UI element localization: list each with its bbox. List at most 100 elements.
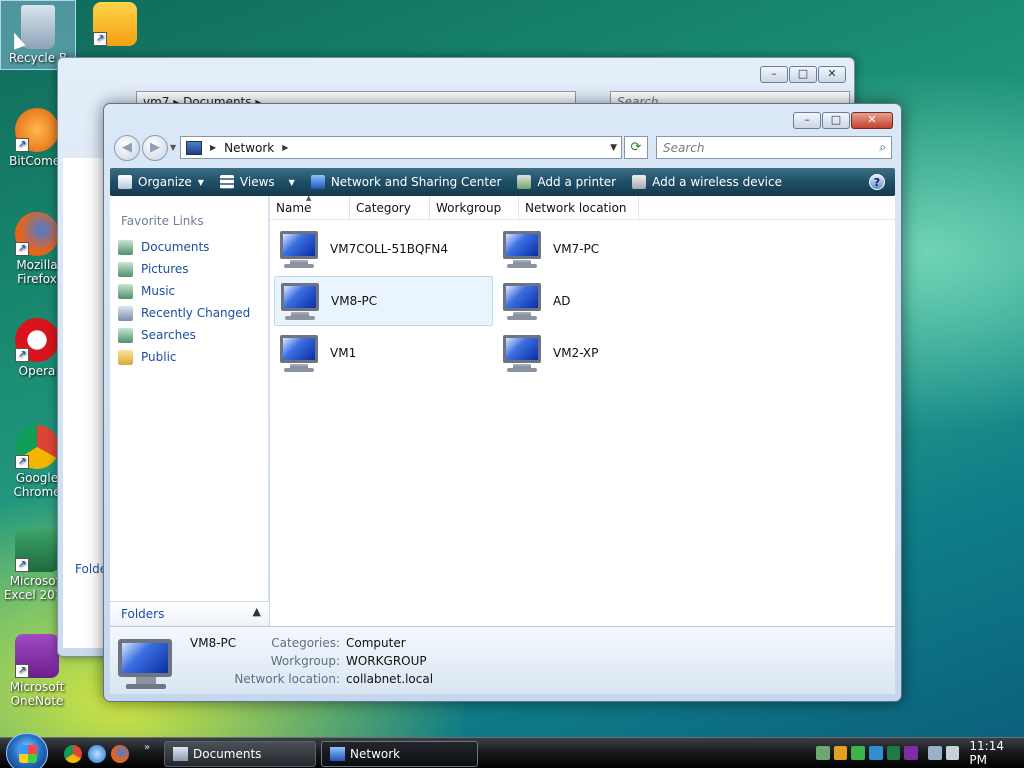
organize-label: Organize	[138, 175, 192, 189]
help-icon[interactable]: ?	[869, 174, 885, 190]
search-placeholder: Search	[663, 141, 705, 155]
computer-icon	[501, 334, 545, 372]
column-header-label: Workgroup	[436, 201, 502, 215]
system-tray: 11:14 PM	[816, 738, 1024, 768]
nav-item-recently-changed[interactable]: Recently Changed	[110, 302, 268, 324]
nav-item-searches[interactable]: Searches	[110, 324, 268, 346]
organize-button[interactable]: Organize ▼	[110, 168, 212, 196]
shortcut-arrow-icon: ↗	[15, 558, 29, 572]
computer-item[interactable]: VM2-XP	[497, 328, 716, 378]
column-header-label: Name	[276, 201, 312, 215]
taskbar-button-label: Network	[350, 747, 401, 761]
tray-volume-muted-icon[interactable]	[945, 746, 960, 760]
nav-item-label: Pictures	[141, 262, 189, 276]
folders-label: Folders	[121, 607, 165, 621]
back-button[interactable]: ◀	[114, 135, 140, 161]
tray-network-icon[interactable]	[816, 746, 830, 760]
nav-item-music[interactable]: Music	[110, 280, 268, 302]
recycle-bin-icon	[21, 5, 55, 49]
recent-pages-chevron-icon[interactable]: ▼	[170, 143, 176, 152]
tray-security-icon[interactable]	[833, 746, 848, 760]
nav-item-documents[interactable]: Documents	[110, 236, 268, 258]
add-printer-button[interactable]: Add a printer	[509, 168, 624, 196]
computer-item-selected[interactable]: VM8-PC	[274, 276, 493, 326]
clock[interactable]: 11:14 PM	[969, 739, 1024, 767]
tray-excel-icon[interactable]	[886, 746, 901, 760]
excel-icon: ↗	[15, 528, 59, 572]
minimize-button[interactable]: –	[793, 112, 821, 129]
computer-icon	[501, 230, 545, 268]
shortcut-arrow-icon: ↗	[15, 348, 29, 362]
taskbar-button-network[interactable]: Network	[321, 741, 478, 767]
desktop-icon-outlook[interactable]: ↗	[78, 2, 152, 48]
taskbar-button-label: Documents	[193, 747, 262, 761]
nav-item-pictures[interactable]: Pictures	[110, 258, 268, 280]
recently-changed-icon	[118, 305, 133, 321]
tray-app-icon[interactable]	[869, 746, 883, 760]
computer-name: VM1	[330, 346, 357, 360]
column-header-label: Network location	[525, 201, 627, 215]
taskbar: » Documents Network 11:14 PM	[0, 733, 1024, 768]
maximize-button[interactable]: □	[789, 66, 817, 83]
column-header-workgroup[interactable]: Workgroup	[430, 196, 519, 220]
shortcut-arrow-icon: ↗	[15, 138, 29, 152]
details-pane: VM8-PC Categories: Computer Workgroup: W…	[110, 626, 895, 694]
navigation-pane: Favorite Links Documents Pictures Music …	[110, 196, 269, 626]
ie-quicklaunch-icon[interactable]	[88, 745, 106, 763]
close-button[interactable]: ✕	[851, 112, 893, 129]
nav-item-label: Searches	[141, 328, 196, 342]
computer-icon	[278, 334, 322, 372]
search-input[interactable]: Search ⌕	[656, 136, 892, 159]
add-wireless-device-button[interactable]: Add a wireless device	[624, 168, 790, 196]
views-button[interactable]: Views ▼	[212, 168, 303, 196]
refresh-button[interactable]: ⟳	[624, 136, 648, 159]
address-location[interactable]: Network	[224, 141, 274, 155]
start-button[interactable]	[6, 733, 48, 768]
chevron-down-icon[interactable]: ▼	[610, 143, 617, 153]
nav-item-public[interactable]: Public	[110, 346, 268, 368]
favorite-links-title: Favorite Links	[121, 214, 204, 228]
maximize-button[interactable]: □	[822, 112, 850, 129]
quicklaunch-overflow-icon[interactable]: »	[144, 742, 150, 753]
tray-onenote-icon[interactable]	[904, 746, 919, 760]
details-value: Computer	[346, 636, 406, 650]
close-button[interactable]: ✕	[818, 66, 846, 83]
computer-item[interactable]: VM7-PC	[497, 224, 716, 274]
folders-toggle[interactable]: Folders ▲	[110, 601, 269, 626]
computer-item[interactable]: AD	[497, 276, 716, 326]
search-icon[interactable]: ⌕	[879, 140, 886, 155]
computer-item[interactable]: VM1	[274, 328, 493, 378]
computer-item[interactable]: VM7COLL-51BQFN4	[274, 224, 493, 274]
column-header-network-location[interactable]: Network location	[519, 196, 639, 220]
network-sharing-label: Network and Sharing Center	[330, 175, 502, 189]
forward-button[interactable]: ▶	[142, 135, 168, 161]
computer-name: VM7COLL-51BQFN4	[330, 242, 448, 256]
chevron-up-icon[interactable]: ▲	[253, 605, 261, 618]
details-label: Categories:	[271, 636, 340, 650]
music-icon	[118, 283, 133, 299]
details-label: Network location:	[234, 672, 340, 686]
address-bar[interactable]: ▶ Network ▶ ▼	[180, 136, 622, 159]
chevron-right-icon[interactable]: ▶	[210, 143, 216, 152]
views-label: Views	[239, 175, 275, 189]
chevron-right-icon[interactable]: ▶	[282, 143, 288, 152]
shortcut-arrow-icon: ↗	[15, 242, 29, 256]
minimize-button[interactable]: –	[760, 66, 788, 83]
windows-logo-icon	[19, 745, 37, 763]
chevron-down-icon: ▼	[197, 177, 204, 187]
network-sharing-center-button[interactable]: Network and Sharing Center	[303, 168, 510, 196]
desktop-icon-label: Microsoft OneNote	[9, 680, 65, 708]
column-header-name[interactable]: ▲ Name	[270, 194, 350, 220]
details-row-location: Network location: collabnet.local	[230, 672, 530, 686]
firefox-quicklaunch-icon[interactable]	[111, 745, 129, 763]
firefox-icon: ↗	[15, 212, 59, 256]
tray-connection-icon[interactable]	[928, 746, 942, 760]
tray-check-icon[interactable]	[851, 746, 866, 760]
column-header-category[interactable]: Category	[350, 196, 430, 220]
column-headers: ▲ Name Category Workgroup Network locati…	[270, 194, 895, 220]
back-caption-buttons: – □ ✕	[760, 66, 846, 83]
chrome-quicklaunch-icon[interactable]	[64, 745, 82, 763]
network-window[interactable]: – □ ✕ ◀ ▶ ▼ ▶ Network ▶ ▼ ⟳ Search ⌕ Org…	[103, 103, 902, 702]
computer-name: VM2-XP	[553, 346, 599, 360]
taskbar-button-documents[interactable]: Documents	[164, 741, 316, 767]
